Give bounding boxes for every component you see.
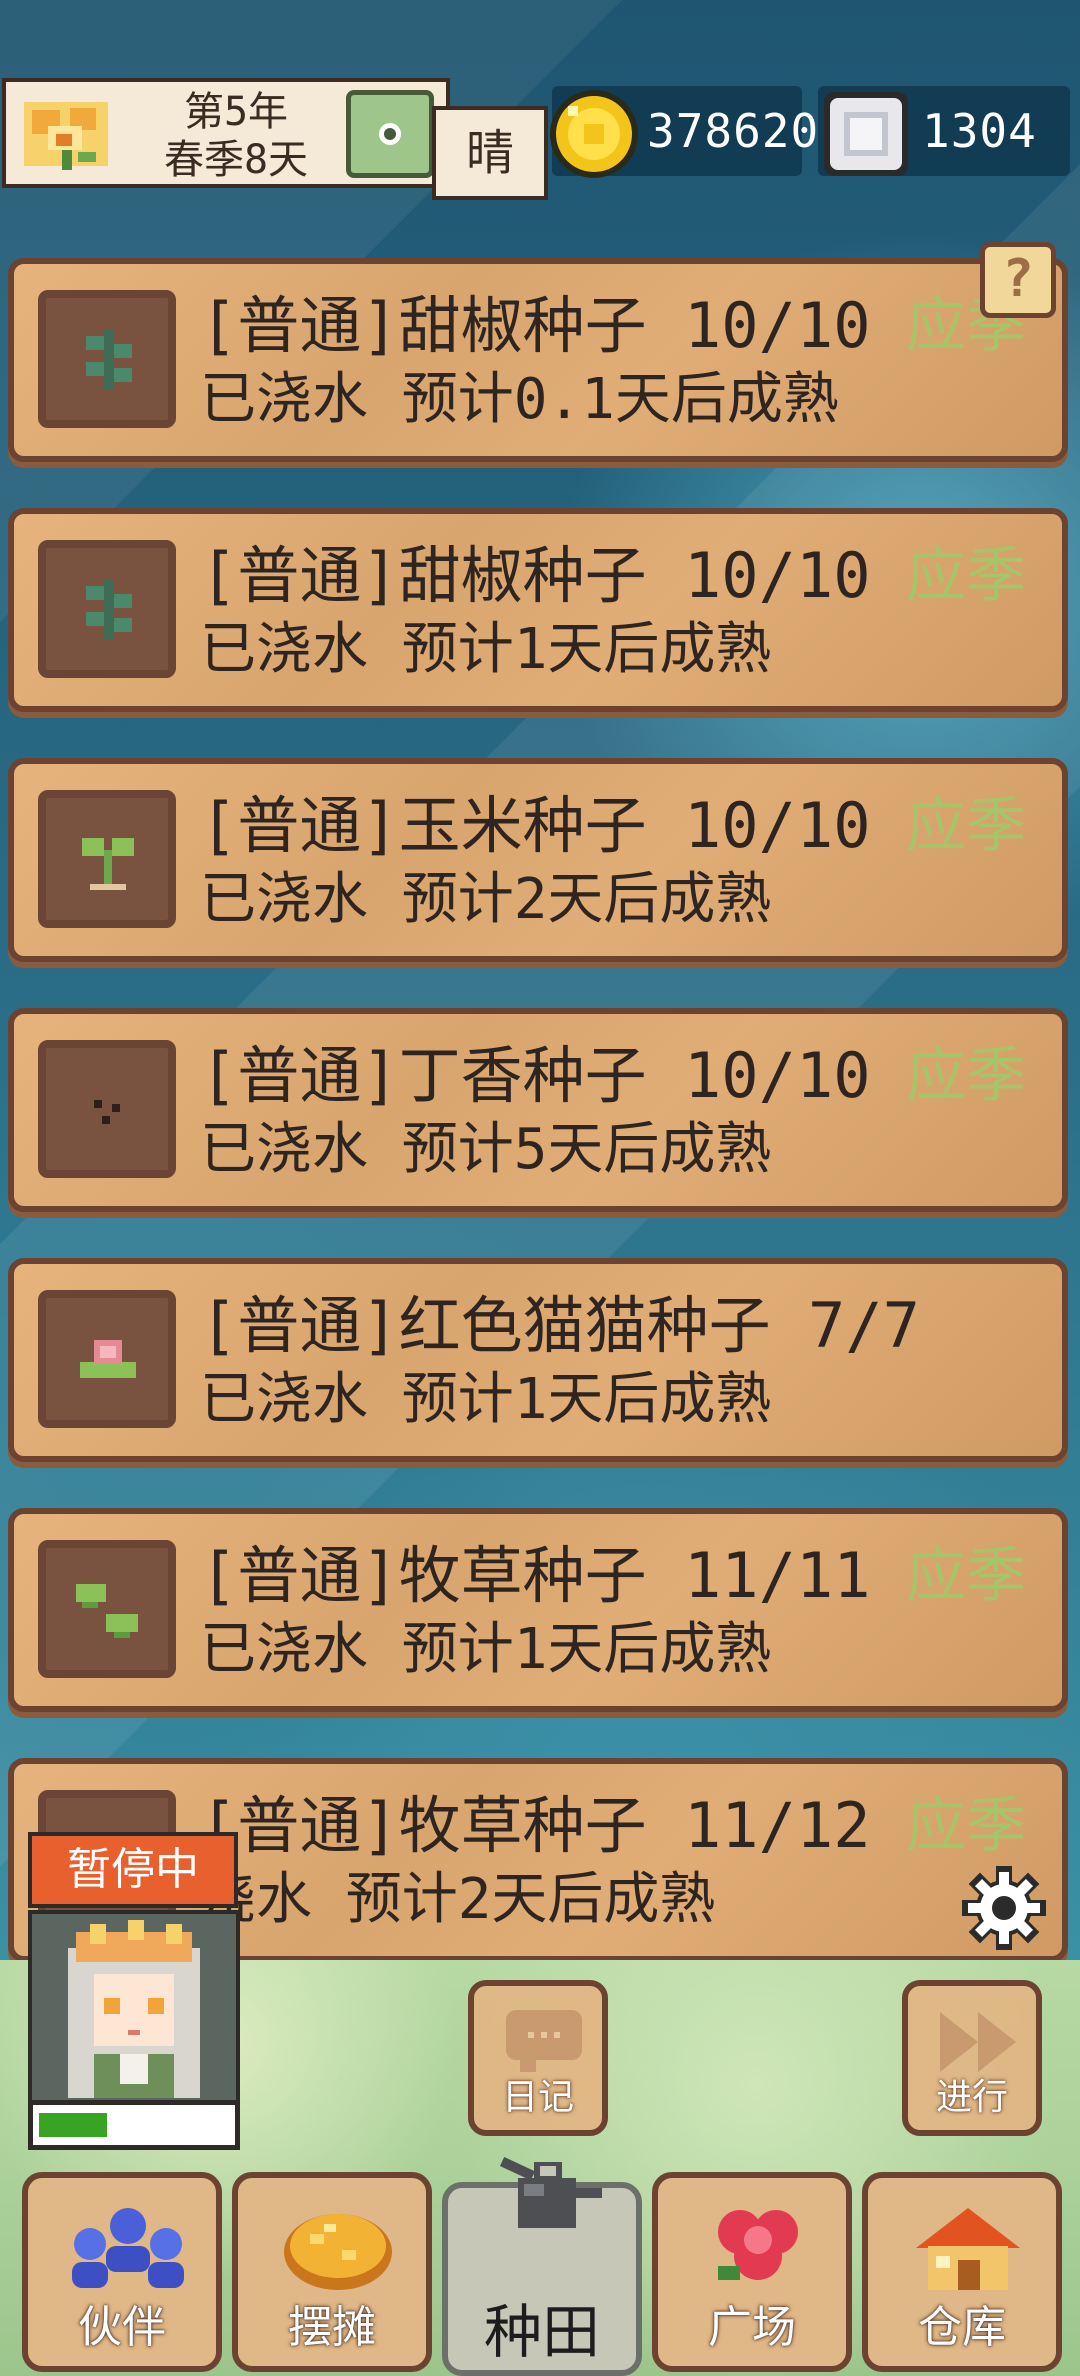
crop-slot: [38, 540, 176, 678]
crop-title: [普通]甜椒种子 10/10: [200, 539, 871, 612]
crop-title: [普通]丁香种子 10/10: [200, 1039, 871, 1112]
pause-status-badge: 暂停中: [28, 1832, 238, 1908]
sprout-leaf-icon: [86, 580, 132, 640]
crop-card[interactable]: [普通]丁香种子 10/10 已浇水 预计5天后成熟 应季: [8, 1008, 1068, 1212]
diary-label: 日记: [501, 2077, 574, 2118]
energy-fill: [39, 2113, 107, 2137]
gem-counter: 1304: [818, 86, 1070, 176]
proceed-button[interactable]: 进行: [902, 1980, 1042, 2136]
gold-counter: 378620: [550, 86, 818, 178]
in-season-badge: 应季: [906, 541, 1026, 611]
flower-icon: [24, 102, 108, 170]
weather-label: 晴: [465, 125, 514, 181]
nav-tab-plaza[interactable]: 广场: [652, 2172, 852, 2372]
crop-status: 已浇水 预计1天后成熟: [200, 1367, 772, 1432]
nav-tab-label: 广场: [708, 2302, 796, 2353]
crop-status: 已浇水 预计1天后成熟: [200, 617, 772, 682]
proceed-label: 进行: [935, 2077, 1008, 2118]
gold-coin-icon: [550, 90, 638, 178]
stall-icon: [284, 2214, 392, 2290]
crop-title: [普通]牧草种子 11/11: [200, 1539, 871, 1612]
time-speed-button[interactable]: [346, 90, 434, 178]
diary-button[interactable]: 日记: [468, 1980, 608, 2136]
sprout-leaf-icon: [86, 330, 132, 390]
gold-amount: 378620: [647, 104, 820, 158]
help-label: ?: [1002, 249, 1034, 309]
warehouse-icon: [916, 2208, 1020, 2290]
nav-tab-label: 种田: [483, 2298, 600, 2366]
crop-status: 已浇水 预计5天后成熟: [200, 1117, 772, 1182]
help-button[interactable]: ?: [980, 242, 1056, 318]
partners-icon: [72, 2208, 184, 2288]
crop-status: 浇水 预计2天后成熟: [200, 1867, 716, 1932]
crop-card[interactable]: [普通]玉米种子 10/10 已浇水 预计2天后成熟 应季: [8, 758, 1068, 962]
year-label: 第5年: [183, 89, 289, 135]
nav-tab-stall[interactable]: 摆摊: [232, 2172, 432, 2372]
crop-status: 已浇水 预计2天后成熟: [200, 867, 772, 932]
crop-card[interactable]: [普通]甜椒种子 10/10 已浇水 预计0.1天后成熟 应季: [8, 258, 1068, 462]
nav-tab-partners[interactable]: 伙伴: [22, 2172, 222, 2372]
seedling-icon: [82, 838, 134, 890]
season-day-label: 春季8天: [163, 137, 309, 183]
crop-card[interactable]: [普通]甜椒种子 10/10 已浇水 预计1天后成熟 应季: [8, 508, 1068, 712]
date-panel: 第5年 春季8天: [2, 78, 450, 188]
grass-icon: [76, 1584, 138, 1638]
game-date: 第5年 春季8天: [136, 88, 336, 184]
gem-amount: 1304: [922, 104, 1037, 158]
seed-icon: [94, 1100, 120, 1124]
nav-tab-label: 仓库: [918, 2302, 1006, 2353]
gear-icon[interactable]: [958, 1862, 1050, 1954]
crop-slot: [38, 1290, 176, 1428]
nav-tab-farming[interactable]: 种田: [442, 2156, 642, 2376]
weather-indicator: 晴: [432, 106, 548, 200]
bottom-navigation: 伙伴 摆摊 种田 广场 仓库: [0, 2156, 1080, 2376]
crop-title: [普通]玉米种子 10/10: [200, 789, 871, 862]
in-season-badge: 应季: [906, 1041, 1026, 1111]
nav-tab-label: 摆摊: [288, 2302, 376, 2353]
pink-flower-icon: [80, 1340, 136, 1378]
clock-icon: [379, 123, 401, 145]
crop-slot: [38, 1040, 176, 1178]
nav-tab-label: 伙伴: [78, 2302, 166, 2353]
watering-can-icon: [499, 2156, 602, 2228]
in-season-badge: 应季: [906, 1791, 1026, 1861]
in-season-badge: 应季: [906, 1541, 1026, 1611]
speech-bubble-icon: [506, 2010, 582, 2072]
fast-forward-icon: [940, 2012, 1016, 2072]
crop-card[interactable]: [普通]牧草种子 11/11 已浇水 预计1天后成熟 应季: [8, 1508, 1068, 1712]
crop-title: [普通]红色猫猫种子 7/7: [200, 1289, 920, 1362]
companion-energy-bar: [28, 2100, 240, 2150]
top-status-bar: 第5年 春季8天 晴 378620 1304: [0, 76, 1080, 200]
nav-tab-warehouse[interactable]: 仓库: [862, 2172, 1062, 2372]
companion-avatar: [32, 1914, 236, 2110]
in-season-badge: 应季: [906, 791, 1026, 861]
flower-icon: [718, 2210, 798, 2280]
crop-card[interactable]: [普通]红色猫猫种子 7/7 已浇水 预计1天后成熟: [8, 1258, 1068, 1462]
crop-slot: [38, 290, 176, 428]
crop-slot: [38, 790, 176, 928]
pause-status-label: 暂停中: [67, 1844, 199, 1895]
silver-gem-icon: [824, 92, 908, 176]
crop-status: 已浇水 预计0.1天后成熟: [200, 367, 839, 432]
crop-title: [普通]牧草种子 11/12: [200, 1789, 871, 1862]
crop-slot: [38, 1540, 176, 1678]
crop-status: 已浇水 预计1天后成熟: [200, 1617, 772, 1682]
crop-title: [普通]甜椒种子 10/10: [200, 289, 871, 362]
